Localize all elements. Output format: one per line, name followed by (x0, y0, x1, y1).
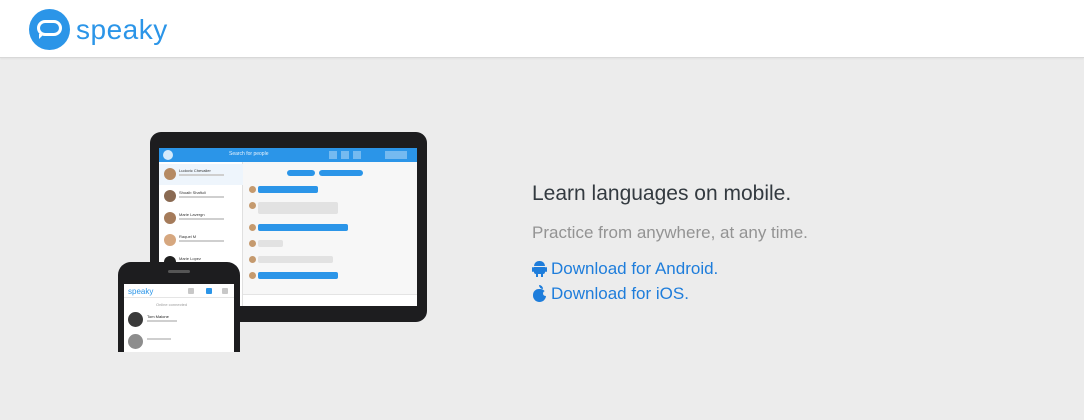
speech-bubble-icon (29, 9, 70, 50)
contact-name: Marie Lavergn (179, 212, 205, 217)
phone-mockup: speaky Online connected Tom Malone (118, 262, 240, 352)
promo-title: Learn languages on mobile. (532, 182, 792, 205)
tablet-topbar: Search for people (159, 148, 417, 162)
speaky-logo[interactable]: speaky (29, 9, 168, 50)
avatar (164, 234, 176, 246)
contact-name: Ludovic Chevalier (179, 168, 211, 173)
schedule-pill (319, 170, 363, 176)
call-pill (287, 170, 315, 176)
tablet-search-text: Search for people (229, 151, 269, 157)
phone-contact (124, 332, 234, 350)
tablet-notification-icon (329, 151, 337, 159)
phone-brand: speaky (128, 287, 154, 296)
contact-name: Tom Malone (147, 314, 169, 319)
phone-search-icon (222, 288, 228, 294)
download-ios-label: Download for iOS. (551, 283, 689, 303)
tablet-contact: Marie Lavergn (159, 208, 243, 229)
tablet-logo-icon (163, 150, 173, 160)
phone-chat-icon (206, 288, 212, 294)
download-links: Download for Android. Download for iOS. (532, 256, 952, 306)
download-ios-link[interactable]: Download for iOS. (532, 281, 952, 306)
brand-name: speaky (76, 13, 168, 45)
contact-name: Raquel M (179, 234, 197, 239)
phone-screen: speaky Online connected Tom Malone (124, 284, 234, 352)
avatar (164, 168, 176, 180)
phone-people-icon (188, 288, 194, 294)
tablet-contact: Ludovic Chevalier (159, 164, 243, 185)
tablet-profile-icon (385, 151, 407, 159)
device-mockup-image: Search for people Ludovic Chevalier Shoa… (118, 130, 430, 352)
site-header: speaky (0, 0, 1084, 58)
tablet-message-input (243, 294, 417, 306)
android-icon (532, 260, 547, 277)
avatar (128, 334, 143, 349)
avatar (128, 312, 143, 327)
contact-name: Shoaib Shafiuli (179, 190, 206, 195)
tablet-people-icon (353, 151, 361, 159)
promo-subtitle: Practice from anywhere, at any time. (532, 223, 808, 242)
tablet-contact: Raquel M (159, 230, 243, 251)
download-android-link[interactable]: Download for Android. (532, 256, 952, 281)
avatar (164, 190, 176, 202)
phone-contact: Tom Malone (124, 310, 234, 328)
download-android-label: Download for Android. (551, 258, 719, 278)
contact-name: Marie Lopez (179, 256, 202, 261)
tablet-chat-icon (341, 151, 349, 159)
avatar (164, 212, 176, 224)
tablet-chat-panel (243, 162, 417, 306)
mobile-promo: Learn languages on mobile. Practice from… (532, 180, 952, 306)
apple-icon (532, 285, 548, 302)
phone-topbar: speaky (124, 284, 234, 298)
phone-subtitle: Online connected (156, 302, 188, 307)
tablet-contact: Shoaib Shafiuli (159, 186, 243, 207)
phone-speaker (168, 270, 190, 273)
